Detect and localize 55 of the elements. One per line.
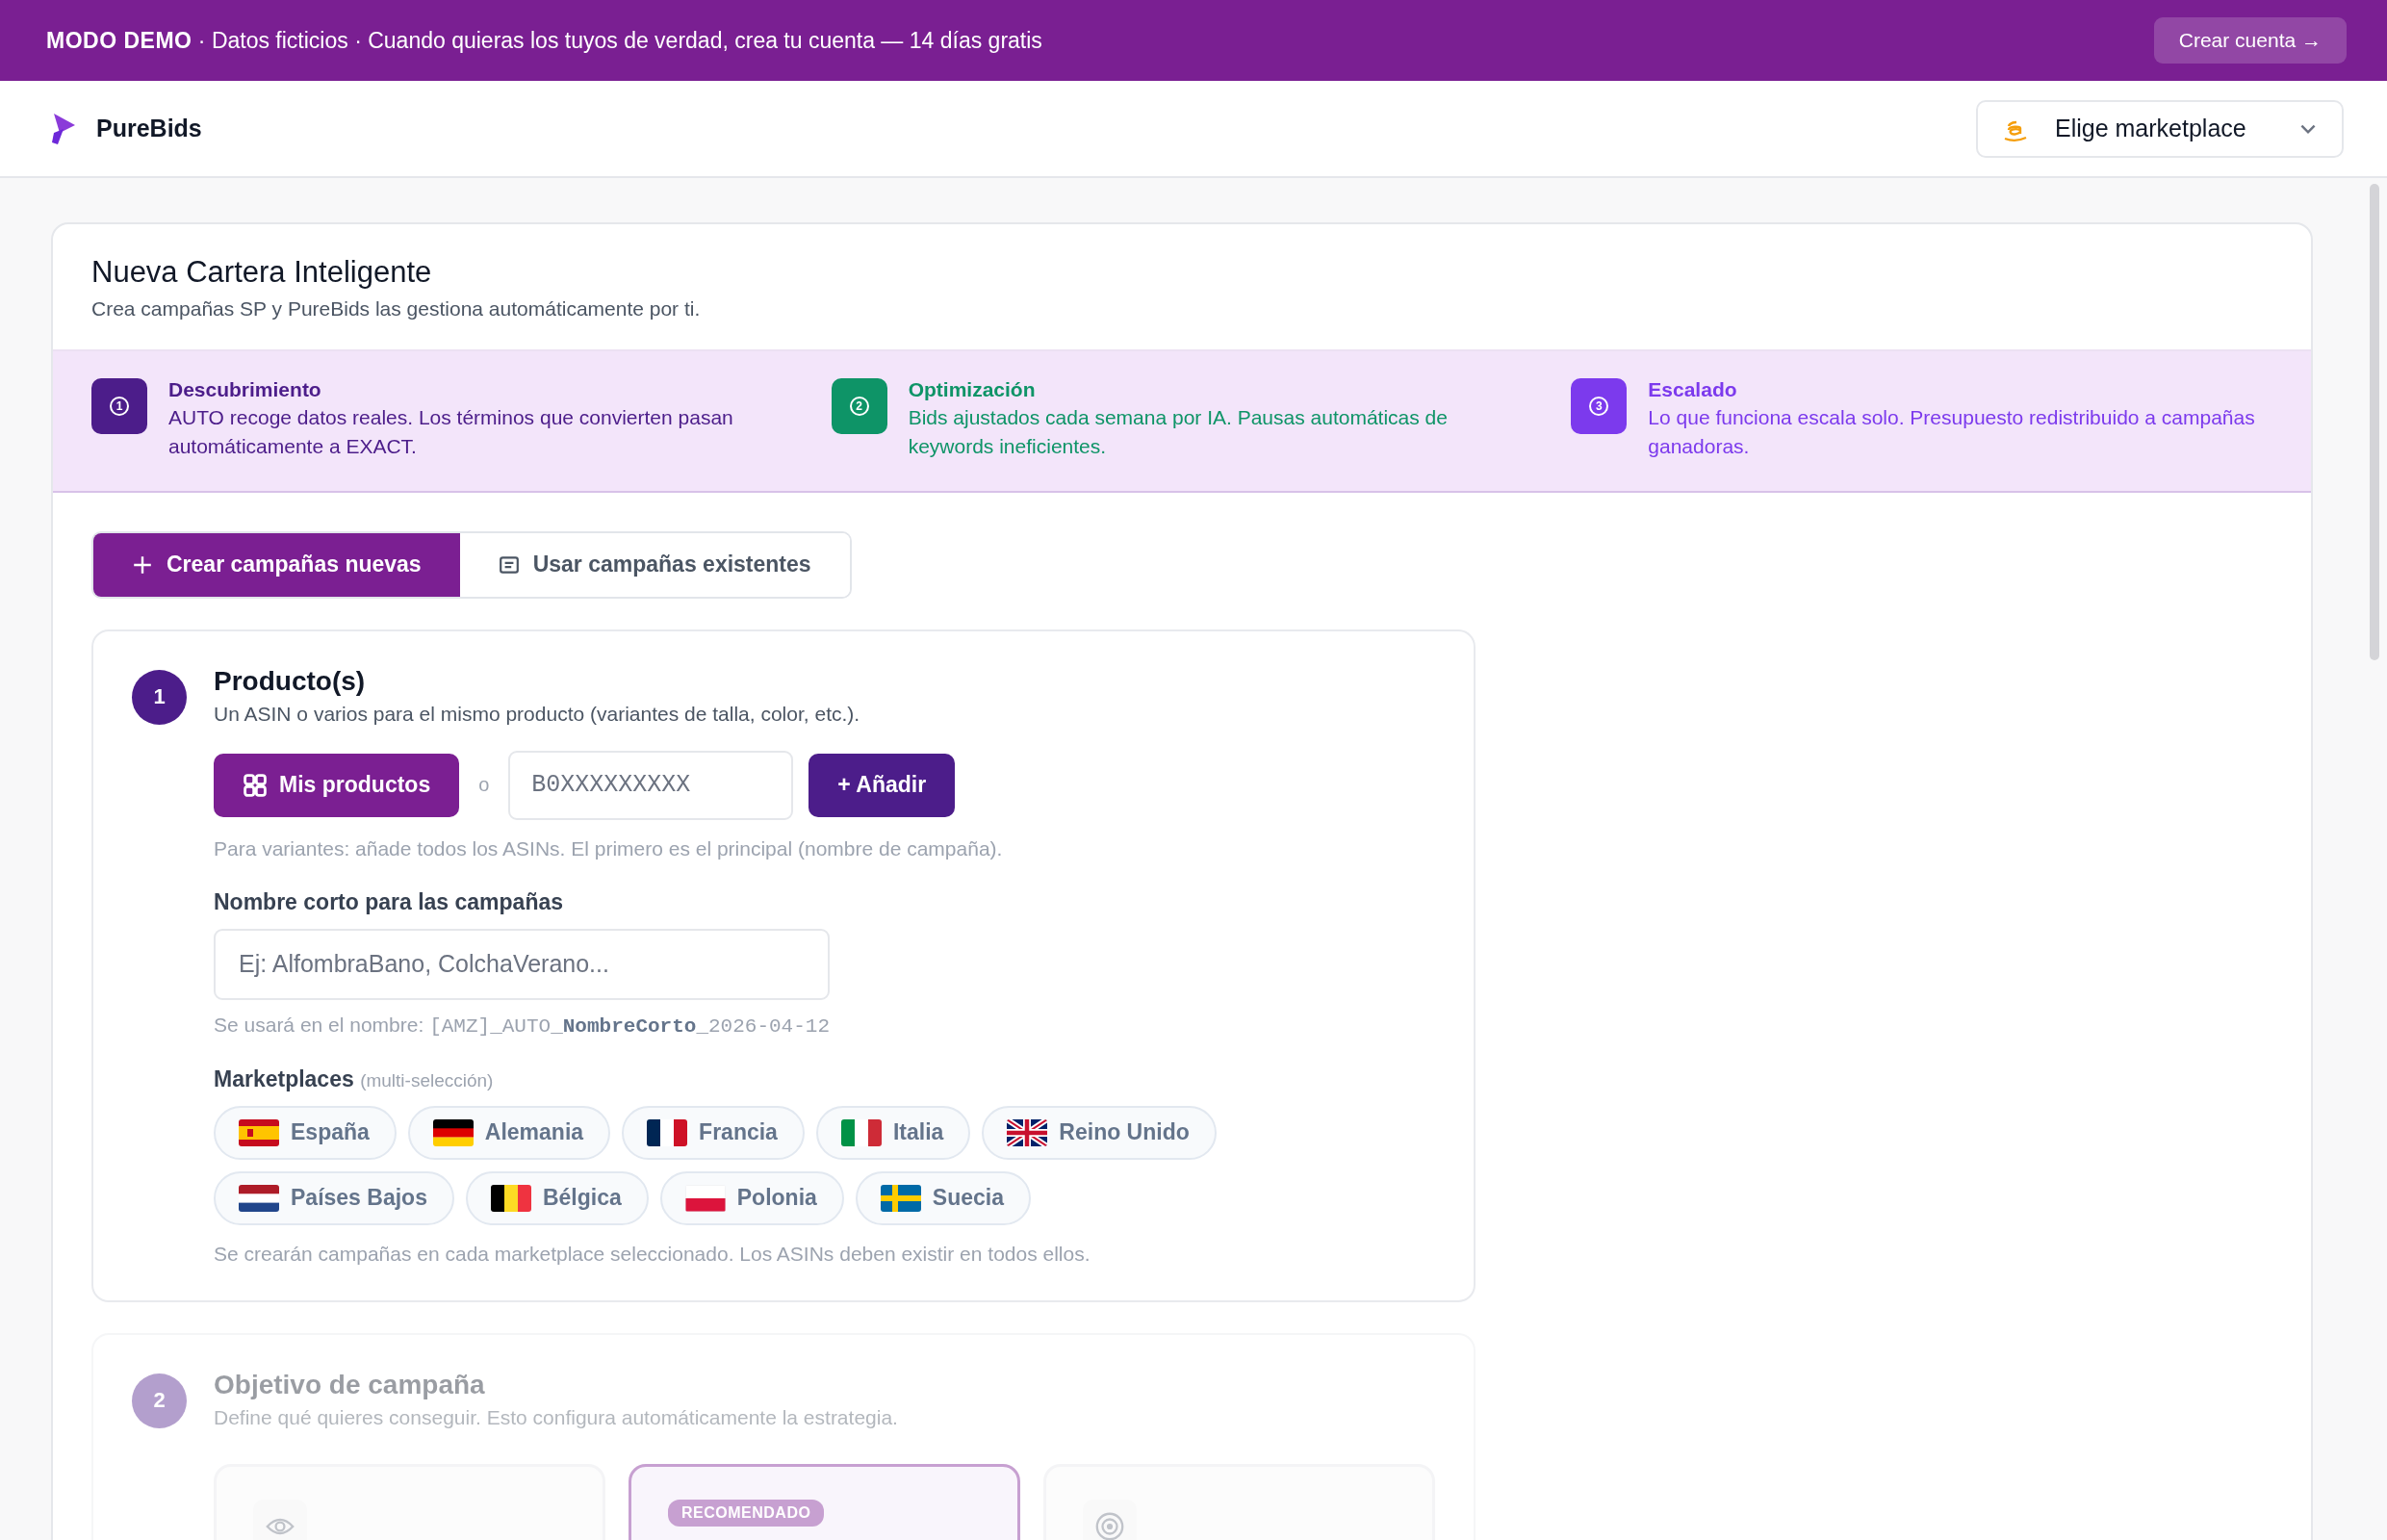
phase-title: Optimización: [908, 378, 1037, 401]
step-subtitle: Define qué quieres conseguir. Esto configura automáticamente la estrategia.: [214, 1405, 899, 1429]
marketplace-chip[interactable]: Bélgica: [465, 1170, 649, 1225]
flag-icon: [880, 1184, 921, 1212]
document-icon: [498, 553, 520, 576]
flag-icon: [239, 1184, 279, 1212]
marketplace-chip[interactable]: Reino Unido: [982, 1105, 1217, 1160]
step-title: Objetivo de campaña: [214, 1369, 486, 1400]
target-icon: [1095, 1511, 1124, 1540]
flag-icon: [432, 1118, 474, 1146]
plus-icon: [132, 553, 153, 576]
brand-name: PureBids: [96, 115, 202, 142]
flag-icon: [647, 1118, 688, 1146]
add-button[interactable]: + Añadir: [808, 753, 956, 817]
phase-number-icon: 3: [1571, 378, 1628, 434]
grid-icon: [243, 772, 268, 798]
recommended-badge: RECOMENDADO: [668, 1499, 825, 1527]
phase-number-icon: 2: [831, 378, 887, 434]
marketplaces-hint: Se crearán campañas en cada marketplace seleccionado. Los ASINs deben existir en todos ellos.: [214, 1242, 1091, 1266]
my-products-button[interactable]: Mis productos: [214, 753, 460, 817]
asin-input-field[interactable]: B0XXXXXXXXX: [508, 750, 794, 820]
step-title: Producto(s): [214, 665, 367, 697]
separator-text: o: [477, 774, 491, 797]
flag-icon: [684, 1184, 726, 1212]
marketplaces-label: Marketplaces (multi-selección): [214, 1065, 495, 1092]
step-number: 1: [132, 669, 187, 725]
name-hint: Se usará en el nombre: [AMZ]_AUTO_NombreCorto_2026-04-12: [214, 1013, 831, 1038]
mode-tab[interactable]: Crear campañas nuevas: [93, 532, 460, 597]
name-input-field[interactable]: Ej: AlfombraBano, ColchaVerano...: [214, 928, 830, 1000]
phase-description: Lo que funciona escala solo. Presupuesto redistribuido a campañas ganadoras.: [1648, 405, 2256, 460]
page-title: Nueva Cartera Inteligente: [91, 255, 433, 290]
marketplace-chip[interactable]: España: [214, 1105, 397, 1160]
marketplace-chip[interactable]: Italia: [815, 1105, 971, 1160]
marketplace-select[interactable]: Elige marketplace: [1976, 99, 2344, 158]
page-subtitle: Crea campañas SP y PureBids las gestiona automáticamente por ti.: [91, 297, 702, 321]
flag-icon: [1007, 1118, 1048, 1146]
asin-hint: Para variantes: añade todos los ASINs. El primero es el principal (nombre de campaña).: [214, 836, 1004, 860]
flag-icon: [490, 1184, 531, 1212]
phase-title: Descubrimiento: [168, 378, 322, 401]
phase-number-icon: 1: [91, 378, 147, 434]
marketplace-chip[interactable]: Alemania: [407, 1105, 611, 1160]
phase-description: AUTO recoge datos reales. Los términos que convierten pasan automáticamente a EXACT.: [168, 405, 734, 460]
marketplace-chip[interactable]: Polonia: [659, 1170, 844, 1225]
create-account-button[interactable]: Crear cuenta →: [2153, 17, 2347, 64]
phase-description: Bids ajustados cada semana por IA. Pausas automáticas de keywords ineficientes.: [908, 405, 1449, 460]
name-label: Nombre corto para las campañas: [214, 888, 565, 915]
demo-notice: MODO DEMO · Datos ficticios · Cuando quieras los tuyos de verdad, crea tu cuenta — 14 días gratis: [46, 27, 1042, 54]
marketplace-chip[interactable]: Países Bajos: [214, 1170, 454, 1225]
marketplace-chip[interactable]: Francia: [622, 1105, 805, 1160]
marketplace-chip[interactable]: Suecia: [855, 1170, 1031, 1225]
flag-icon: [239, 1118, 279, 1146]
flag-icon: [840, 1118, 882, 1146]
step-subtitle: Un ASIN o varios para el mismo producto (variantes de talla, color, etc.).: [214, 702, 861, 726]
phase-title: Escalado: [1648, 378, 1738, 401]
step-number: 2: [132, 1373, 187, 1428]
